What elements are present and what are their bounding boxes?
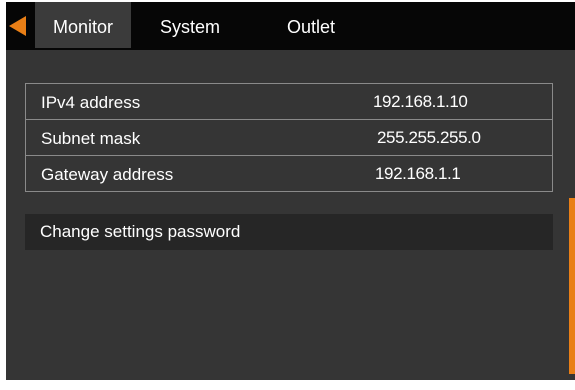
scrollbar[interactable] [569,198,575,374]
gateway-address-row[interactable]: Gateway address 192.168.1.1 [25,155,553,192]
subnet-mask-label: Subnet mask [41,129,141,148]
tab-monitor[interactable]: Monitor [35,2,131,48]
settings-panel: Monitor System Outlet IPv4 address 192.1… [6,2,575,380]
left-triangle-icon [9,16,26,36]
subnet-mask-value: 255.255.255.0 [377,128,481,147]
gateway-address-value: 192.168.1.1 [375,164,461,183]
device-screen: Monitor System Outlet IPv4 address 192.1… [0,0,575,390]
ipv4-address-value: 192.168.1.10 [373,92,468,111]
ipv4-address-label: IPv4 address [41,93,141,112]
tab-bar: Monitor System Outlet [6,2,575,50]
subnet-mask-row[interactable]: Subnet mask 255.255.255.0 [25,119,553,156]
tab-system[interactable]: System [145,2,235,48]
tab-outlet[interactable]: Outlet [272,2,350,48]
back-button[interactable] [6,2,36,50]
ipv4-address-row[interactable]: IPv4 address 192.168.1.10 [25,83,553,120]
network-settings-list: IPv4 address 192.168.1.10 Subnet mask 25… [25,83,553,192]
change-password-label: Change settings password [40,222,241,241]
gateway-address-label: Gateway address [41,165,174,184]
change-password-button[interactable]: Change settings password [25,214,553,250]
